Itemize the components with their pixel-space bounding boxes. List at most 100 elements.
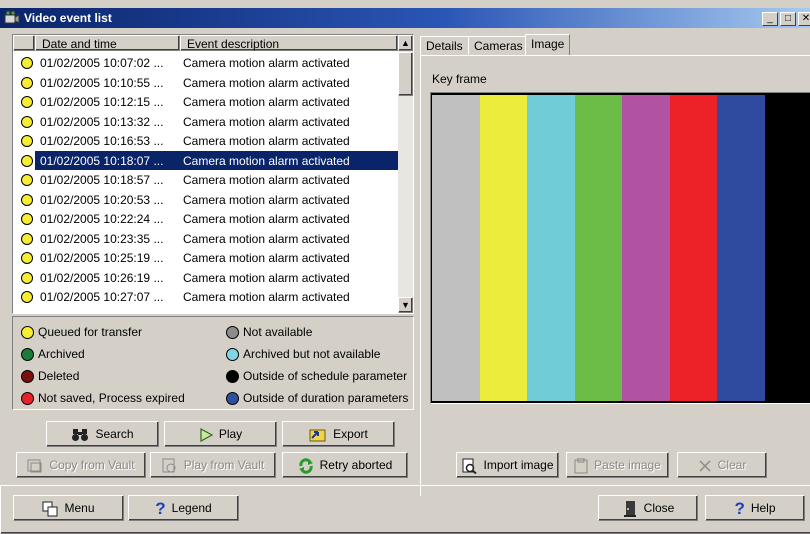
help-label: Help xyxy=(751,501,776,515)
minimize-button[interactable]: _ xyxy=(762,12,778,26)
retry-icon xyxy=(298,458,314,474)
copy-from-vault-label: Copy from Vault xyxy=(49,458,134,472)
import-image-button[interactable]: Import image xyxy=(456,452,559,478)
export-button[interactable]: Export xyxy=(282,421,395,447)
copy-from-vault-button[interactable]: Copy from Vault xyxy=(16,452,146,478)
paste-image-button[interactable]: Paste image xyxy=(566,452,669,478)
close-label: Close xyxy=(644,501,675,515)
row-date: 01/02/2005 10:22:24 ... xyxy=(40,212,163,226)
title-bar[interactable]: Video event list _□✕ xyxy=(0,8,810,28)
clear-x-icon xyxy=(698,459,712,473)
color-bar xyxy=(432,95,480,401)
play-icon xyxy=(199,428,213,442)
row-event: Camera motion alarm activated xyxy=(183,232,350,246)
status-dot-icon xyxy=(21,272,33,284)
row-date: 01/02/2005 10:18:57 ... xyxy=(40,173,163,187)
scroll-thumb[interactable] xyxy=(398,52,413,96)
table-row[interactable]: 01/02/2005 10:13:32 ...Camera motion ala… xyxy=(13,112,398,132)
tab-cameras[interactable]: Cameras xyxy=(468,36,529,55)
row-event: Camera motion alarm activated xyxy=(183,212,350,226)
table-row[interactable]: 01/02/2005 10:10:55 ...Camera motion ala… xyxy=(13,73,398,93)
clear-image-button[interactable]: Clear xyxy=(677,452,767,478)
camera-app-icon xyxy=(4,10,20,26)
row-date: 01/02/2005 10:23:35 ... xyxy=(40,232,163,246)
row-date: 01/02/2005 10:18:07 ... xyxy=(40,154,163,168)
list-header: Date and time Event description xyxy=(13,35,398,53)
legend-dot-icon xyxy=(226,370,239,383)
close-window-button[interactable]: ✕ xyxy=(798,12,810,26)
row-event: Camera motion alarm activated xyxy=(183,251,350,265)
event-list[interactable]: Date and time Event description 01/02/20… xyxy=(12,34,414,314)
event-column-header[interactable]: Event description xyxy=(180,35,398,51)
tab-details[interactable]: Details xyxy=(420,36,469,55)
clear-image-label: Clear xyxy=(718,458,747,472)
help-question-icon: ? xyxy=(734,496,744,521)
key-frame-image xyxy=(430,92,810,404)
windows-menu-icon xyxy=(42,501,58,517)
table-row[interactable]: 01/02/2005 10:18:07 ... Camera motion ala… xyxy=(13,151,398,171)
row-event: Camera motion alarm activated xyxy=(183,193,350,207)
play-vault-icon xyxy=(162,458,178,474)
play-from-vault-button[interactable]: Play from Vault xyxy=(150,452,276,478)
retry-aborted-button[interactable]: Retry aborted xyxy=(282,452,408,478)
copy-vault-icon xyxy=(27,458,43,474)
table-row[interactable]: 01/02/2005 10:26:19 ... Camera motion ala… xyxy=(13,268,398,288)
close-button[interactable]: Close xyxy=(598,495,698,521)
row-event: Camera motion alarm activated xyxy=(183,271,350,285)
table-row[interactable]: 01/02/2005 10:20:53 ...Camera motion ala… xyxy=(13,190,398,210)
menu-button[interactable]: Menu xyxy=(13,495,124,521)
table-row[interactable]: 01/02/2005 10:07:02 ... Camera motion ala… xyxy=(13,53,398,73)
video-event-list-window: Video event list _□✕ Date and time Event… xyxy=(0,0,810,532)
status-legend: Queued for transferNot availableArchived… xyxy=(12,316,414,410)
legend-label: Deleted xyxy=(38,369,79,383)
table-row[interactable]: 01/02/2005 10:25:19 ...Camera motion ala… xyxy=(13,248,398,268)
legend-label: Not saved, Process expired xyxy=(38,391,185,405)
exit-door-icon xyxy=(622,500,638,518)
color-bar xyxy=(527,95,575,401)
import-image-label: Import image xyxy=(483,458,553,472)
row-date: 01/02/2005 10:07:02 ... xyxy=(40,56,163,70)
table-row[interactable]: 01/02/2005 10:16:53 ...Camera motion ala… xyxy=(13,131,398,151)
table-row[interactable]: 01/02/2005 10:22:24 ... Camera motion ala… xyxy=(13,209,398,229)
date-column-header[interactable]: Date and time xyxy=(35,35,180,51)
tab-image[interactable]: Image xyxy=(525,34,570,56)
table-row[interactable]: 01/02/2005 10:18:57 ...Camera motion ala… xyxy=(13,170,398,190)
row-event: Camera motion alarm activated xyxy=(183,56,350,70)
row-date: 01/02/2005 10:10:55 ... xyxy=(40,76,163,90)
menu-label: Menu xyxy=(64,501,94,515)
key-frame-label: Key frame xyxy=(432,72,487,86)
play-label: Play xyxy=(219,427,242,441)
table-row[interactable]: 01/02/2005 10:12:15 ... Camera motion ala… xyxy=(13,92,398,112)
list-scrollbar[interactable]: ▲ ▼ xyxy=(398,35,413,313)
scroll-up-button[interactable]: ▲ xyxy=(398,35,413,51)
status-dot-icon xyxy=(21,213,33,225)
row-date: 01/02/2005 10:26:19 ... xyxy=(40,271,163,285)
row-event: Camera motion alarm activated xyxy=(183,290,350,304)
play-button[interactable]: Play xyxy=(164,421,277,447)
color-bar xyxy=(575,95,623,401)
help-question-icon: ? xyxy=(155,496,165,521)
table-row[interactable]: 01/02/2005 10:23:35 ... Camera motion ala… xyxy=(13,229,398,249)
row-event: Camera motion alarm activated xyxy=(183,95,350,109)
table-row[interactable]: 01/02/2005 10:27:07 ... Camera motion ala… xyxy=(13,287,398,307)
maximize-button[interactable]: □ xyxy=(780,12,796,26)
row-event: Camera motion alarm activated xyxy=(183,154,350,168)
row-date: 01/02/2005 10:13:32 ... xyxy=(40,115,163,129)
legend-dot-icon xyxy=(21,392,34,405)
scroll-down-button[interactable]: ▼ xyxy=(398,297,413,313)
event-rows: 01/02/2005 10:07:02 ... Camera motion ala… xyxy=(13,53,398,307)
row-date: 01/02/2005 10:12:15 ... xyxy=(40,95,163,109)
color-bar xyxy=(717,95,765,401)
search-button[interactable]: Search xyxy=(46,421,159,447)
row-date: 01/02/2005 10:27:07 ... xyxy=(40,290,163,304)
status-dot-icon xyxy=(21,155,33,167)
legend-dot-icon xyxy=(21,326,34,339)
help-button[interactable]: ? Help xyxy=(705,495,805,521)
status-column-header[interactable] xyxy=(13,35,35,51)
color-bar xyxy=(765,95,810,401)
legend-dot-icon xyxy=(226,392,239,405)
legend-label: Archived xyxy=(38,347,85,361)
legend-button[interactable]: ?Legend xyxy=(128,495,239,521)
export-label: Export xyxy=(333,427,368,441)
play-from-vault-label: Play from Vault xyxy=(184,458,264,472)
